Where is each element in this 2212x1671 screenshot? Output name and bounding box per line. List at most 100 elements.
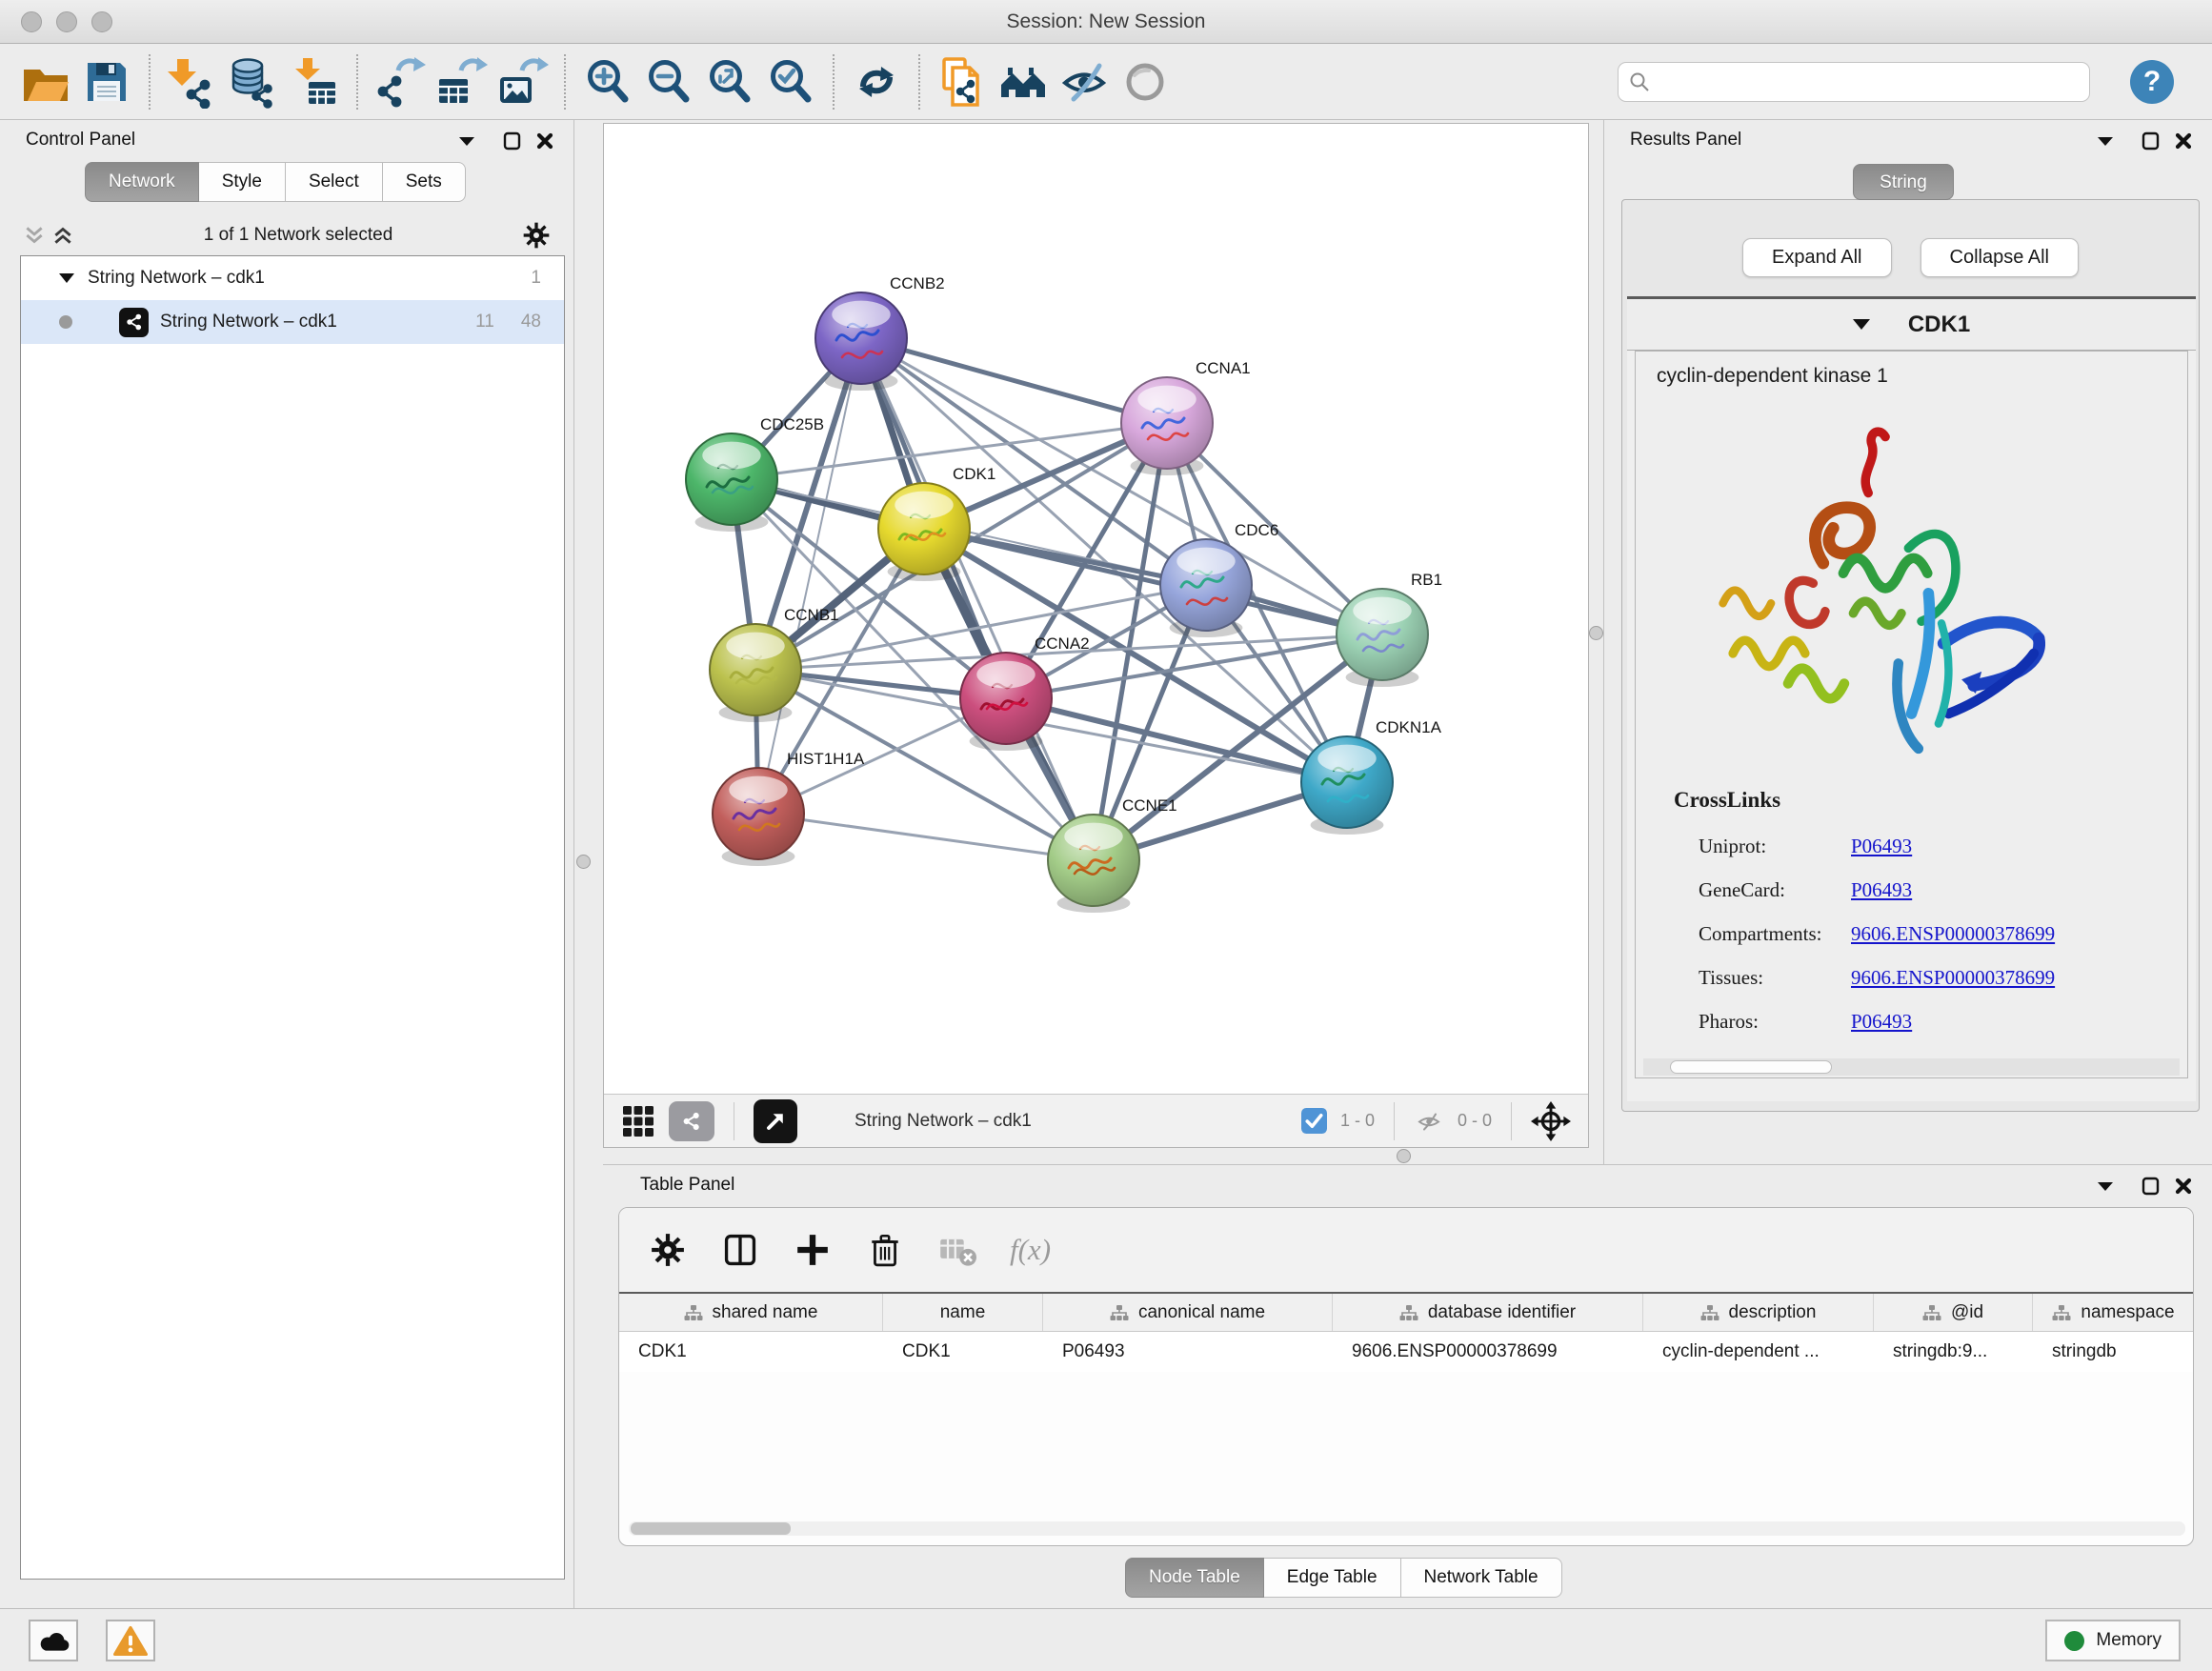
- show-column-button[interactable]: [720, 1230, 760, 1270]
- network-canvas[interactable]: CCNB2CCNA1CDC25BCDK1CDC6RB1CCNB1CCNA2CDK…: [604, 124, 1588, 1094]
- network-node-RB1[interactable]: [1337, 589, 1428, 687]
- table-cell[interactable]: 9606.ENSP00000378699: [1333, 1332, 1643, 1372]
- change-network-view-button[interactable]: [993, 51, 1054, 112]
- network-collection-row[interactable]: String Network – cdk1 1: [21, 256, 564, 300]
- selected-checkbox[interactable]: [1301, 1108, 1327, 1134]
- crosslink-link[interactable]: 9606.ENSP00000378699: [1851, 922, 2055, 946]
- collapse-all-button[interactable]: Collapse All: [1920, 238, 2080, 277]
- cloud-status-button[interactable]: [29, 1620, 78, 1661]
- network-node-CDC25B[interactable]: [686, 433, 777, 532]
- zoom-fit-content-button[interactable]: [699, 51, 760, 112]
- results-tab-string[interactable]: String: [1853, 164, 1954, 200]
- network-from-public-databases-button[interactable]: [932, 51, 993, 112]
- results-panel-float-button[interactable]: [2094, 130, 2117, 152]
- control-panel-maximize-button[interactable]: [501, 130, 524, 152]
- network-node-CCNB1[interactable]: [710, 624, 801, 722]
- expand-all-networks-button[interactable]: [51, 224, 74, 247]
- tab-network[interactable]: Network: [85, 162, 199, 202]
- tab-sets[interactable]: Sets: [383, 162, 466, 202]
- import-network-from-file-button[interactable]: [162, 51, 223, 112]
- show-hide-graphics-details-button[interactable]: [1054, 51, 1115, 112]
- collapse-all-networks-button[interactable]: [23, 224, 46, 247]
- search-input[interactable]: [1659, 71, 2080, 92]
- right-splitter-grip[interactable]: [1589, 626, 1603, 640]
- table-cell[interactable]: CDK1: [883, 1332, 1043, 1372]
- network-node-HIST1H1A[interactable]: [713, 768, 804, 866]
- export-network-button[interactable]: [370, 51, 431, 112]
- detach-view-button[interactable]: [754, 1099, 797, 1143]
- table-cell[interactable]: stringdb:9...: [1874, 1332, 2033, 1372]
- results-panel-close-button[interactable]: [2172, 130, 2195, 152]
- table-cell[interactable]: cyclin-dependent ...: [1643, 1332, 1874, 1372]
- network-node-CCNA1[interactable]: [1121, 377, 1213, 475]
- control-panel-float-button[interactable]: [455, 130, 478, 152]
- create-column-button[interactable]: [793, 1230, 833, 1270]
- import-network-from-database-button[interactable]: [223, 51, 284, 112]
- table-options-button[interactable]: [648, 1230, 688, 1270]
- tab-edge-table[interactable]: Edge Table: [1264, 1558, 1401, 1598]
- apply-preferred-layout-button[interactable]: [846, 51, 907, 112]
- column-header-description[interactable]: description: [1643, 1294, 1874, 1331]
- birdseye-view-button[interactable]: [621, 1104, 655, 1138]
- crosslink-link[interactable]: 9606.ENSP00000378699: [1851, 966, 2055, 990]
- delete-table-button[interactable]: [937, 1230, 977, 1270]
- column-header-shared-name[interactable]: shared name: [619, 1294, 883, 1331]
- table-row[interactable]: CDK1CDK1P064939606.ENSP00000378699cyclin…: [619, 1332, 2193, 1372]
- table-cell[interactable]: CDK1: [619, 1332, 883, 1372]
- warning-status-button[interactable]: [106, 1620, 155, 1661]
- column-header-canonical-name[interactable]: canonical name: [1043, 1294, 1333, 1331]
- save-session-button[interactable]: [76, 51, 137, 112]
- export-image-button[interactable]: [492, 51, 553, 112]
- column-header-namespace[interactable]: namespace: [2033, 1294, 2194, 1331]
- expand-all-button[interactable]: Expand All: [1742, 238, 1892, 277]
- network-node-CDKN1A[interactable]: [1301, 736, 1393, 835]
- function-builder-button[interactable]: f(x): [1010, 1233, 1051, 1267]
- close-window-button[interactable]: [21, 11, 42, 32]
- network-row[interactable]: String Network – cdk1 11 48: [21, 300, 564, 344]
- help-button[interactable]: ?: [2130, 60, 2174, 104]
- maximize-window-button[interactable]: [91, 11, 112, 32]
- network-edge-CCNE1-HIST1H1A[interactable]: [758, 814, 1094, 860]
- memory-button[interactable]: Memory: [2045, 1620, 2181, 1661]
- gene-entry-header[interactable]: CDK1: [1627, 299, 2196, 351]
- control-panel-close-button[interactable]: [533, 130, 556, 152]
- bottom-splitter-grip[interactable]: [1397, 1149, 1411, 1163]
- minimize-window-button[interactable]: [56, 11, 77, 32]
- delete-column-button[interactable]: [865, 1230, 905, 1270]
- results-panel-maximize-button[interactable]: [2140, 130, 2162, 152]
- zoom-out-button[interactable]: [638, 51, 699, 112]
- table-panel-close-button[interactable]: [2172, 1175, 2195, 1198]
- tree-expand-icon[interactable]: [59, 272, 74, 284]
- string-view-button[interactable]: [669, 1101, 714, 1141]
- export-table-button[interactable]: [431, 51, 492, 112]
- crosslink-link[interactable]: P06493: [1851, 835, 1912, 858]
- tab-network-table[interactable]: Network Table: [1401, 1558, 1562, 1598]
- network-edge-CCNB2-CCNE1[interactable]: [861, 338, 1094, 860]
- fit-selected-button[interactable]: [1531, 1101, 1571, 1141]
- toggle-views-button[interactable]: [1115, 51, 1176, 112]
- network-node-CDK1[interactable]: [878, 483, 970, 581]
- crosslink-link[interactable]: P06493: [1851, 878, 1912, 902]
- table-panel-maximize-button[interactable]: [2140, 1175, 2162, 1198]
- import-table-from-file-button[interactable]: [284, 51, 345, 112]
- column-header-id[interactable]: @id: [1874, 1294, 2033, 1331]
- table-cell[interactable]: P06493: [1043, 1332, 1333, 1372]
- zoom-selected-button[interactable]: [760, 51, 821, 112]
- table-cell[interactable]: stringdb: [2033, 1332, 2194, 1372]
- column-header-database-identifier[interactable]: database identifier: [1333, 1294, 1643, 1331]
- tab-node-table[interactable]: Node Table: [1125, 1558, 1264, 1598]
- open-session-button[interactable]: [15, 51, 76, 112]
- table-horizontal-scrollbar[interactable]: [629, 1521, 2185, 1536]
- crosslink-link[interactable]: P06493: [1851, 1010, 1912, 1034]
- tab-style[interactable]: Style: [199, 162, 286, 202]
- entry-horizontal-scrollbar[interactable]: [1643, 1058, 2180, 1076]
- network-edge-CCNB2-HIST1H1A[interactable]: [758, 338, 861, 814]
- table-panel-float-button[interactable]: [2094, 1175, 2117, 1198]
- zoom-in-button[interactable]: [577, 51, 638, 112]
- network-node-CCNE1[interactable]: [1048, 815, 1139, 913]
- column-header-name[interactable]: name: [883, 1294, 1043, 1331]
- network-options-button[interactable]: [522, 221, 551, 250]
- network-edge-CDK1-RB1[interactable]: [924, 529, 1382, 634]
- left-splitter-grip[interactable]: [576, 855, 591, 869]
- tab-select[interactable]: Select: [286, 162, 383, 202]
